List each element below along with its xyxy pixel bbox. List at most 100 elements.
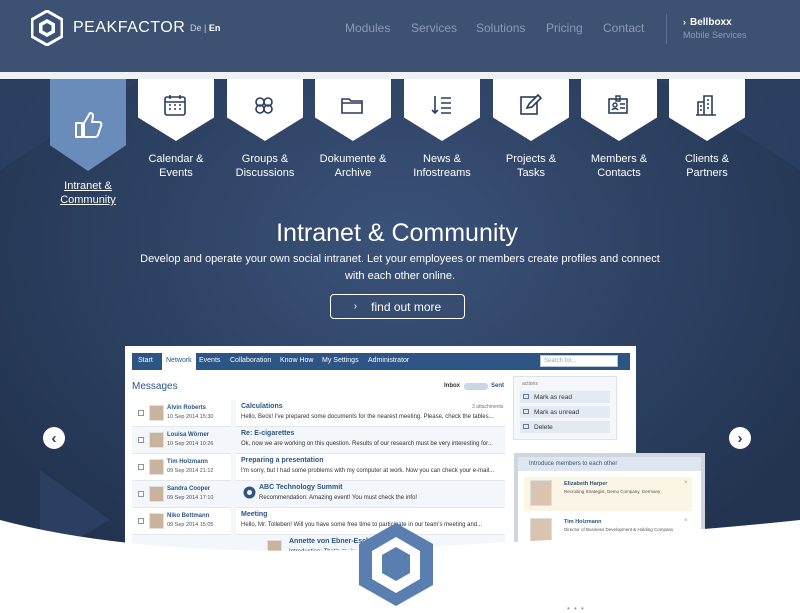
partner-subtitle: Mobile Services [683,30,747,40]
message-preview: Recommendation: Amazing event! You must … [259,495,418,501]
message-preview: I'm sorry, but I had some problems with … [241,468,495,474]
delete-button[interactable]: Delete [520,421,610,433]
avatar [149,513,164,529]
nav-modules[interactable]: Modules [345,21,390,35]
row-divider [231,400,236,427]
tile-label-clients-partners[interactable]: Clients & Partners [662,152,752,180]
inbox-label[interactable]: Inbox [444,383,460,389]
app-nav-administrator[interactable]: Administrator [368,357,409,364]
message-checkbox[interactable] [138,410,144,416]
message-date: 10 Sep 2014 10:26 [167,441,214,447]
carousel-prev-button[interactable]: ‹ [43,427,65,449]
message-row[interactable]: Alvin Roberts 10 Sep 2014 15:30 Calculat… [132,400,505,427]
avatar [267,540,282,556]
newsfeed-icon [431,96,451,115]
row-divider [231,481,236,508]
hexagon-logo-icon [31,10,63,46]
header-divider [666,14,667,44]
hero-description: Develop and operate your own social intr… [140,253,660,282]
message-preview: Hello, Beck! I've prepared some document… [241,414,494,420]
hero-title: Intranet & Community [276,219,518,247]
message-date: 09 Sep 2014 15:05 [167,522,214,528]
envelope-open-icon [523,394,529,399]
carousel-next-button[interactable]: › [729,427,751,449]
message-row[interactable]: Sandra Cooper 09 Sep 2014 17:10 ABC Tech… [132,481,505,508]
chevron-right-icon: › [737,429,743,447]
message-row[interactable]: Louisa Wörner 10 Sep 2014 10:26 Re: E-ci… [132,427,505,454]
message-date: 10 Sep 2014 15:30 [167,414,214,420]
close-icon[interactable]: × [684,480,688,486]
messages-title: Messages [132,381,178,392]
close-icon[interactable]: × [684,518,688,524]
tile-label-projects-tasks[interactable]: Projects & Tasks [486,152,576,180]
nav-contact[interactable]: Contact [603,21,644,35]
partner-link[interactable]: › Bellboxx [683,17,732,28]
app-nav-network[interactable]: Network [162,353,196,370]
tile-label-news-infostreams[interactable]: News & Infostreams [397,152,487,180]
message-checkbox[interactable] [138,464,144,470]
message-checkbox[interactable] [138,545,144,551]
edit-icon [520,93,542,115]
buildings-icon [696,95,716,116]
message-subject: Re: E-cigarettes [241,430,295,437]
avatar [149,405,164,421]
hexagon-badge-icon[interactable] [356,521,436,607]
inbox-sent-toggle[interactable] [464,383,488,390]
brand-logo[interactable]: PEAKFACTOR [31,10,185,46]
event-icon [243,486,256,499]
lang-en[interactable]: En [209,23,221,33]
mark-as-read-button[interactable]: Mark as read [520,391,610,403]
message-checkbox[interactable] [138,437,144,443]
chevron-left-icon: ‹ [51,429,57,447]
intro-card[interactable]: Tim Holzmann Director of Business Develo… [524,515,692,549]
find-out-more-button[interactable]: › find out more [330,294,465,319]
message-subject: Calculations [241,403,283,410]
app-nav-events[interactable]: Events [199,357,220,364]
chevron-right-icon: › [683,17,686,27]
pager-dots[interactable]: • • • [567,604,585,613]
avatar [149,459,164,475]
message-checkbox[interactable] [138,491,144,497]
sender-name: Sandra Cooper [167,486,211,492]
page: PEAKFACTOR De | En Modules Services Solu… [0,0,800,613]
nav-services[interactable]: Services [411,21,457,35]
envelope-icon [523,409,529,414]
lang-separator: | [204,23,207,33]
app-search-input[interactable]: Search for... [540,355,618,367]
message-row[interactable]: Niko Bettmann 09 Sep 2014 15:05 Meeting … [132,508,505,535]
app-nav-my-settings[interactable]: My Settings [322,357,359,364]
intro-role: Recruiting Strategist, Demo Company, Ger… [564,489,661,494]
lang-de[interactable]: De [190,23,202,33]
message-row[interactable]: Tim Holzmann 09 Sep 2014 21:12 Preparing… [132,454,505,481]
tile-label-calendar-events[interactable]: Calendar & Events [131,152,221,180]
tile-label-groups-discussions[interactable]: Groups & Discussions [220,152,310,180]
language-switcher: De | En [190,23,220,33]
intro-role: Director of Business Development & Holdi… [564,527,674,532]
attachments-count: 3 attachments [472,404,504,410]
trash-icon [523,424,529,429]
id-card-icon [608,95,628,114]
tile-label-members-contacts[interactable]: Members & Contacts [574,152,664,180]
app-nav-know-how[interactable]: Know How [280,357,313,364]
chevron-right-icon: › [353,301,358,312]
app-nav-start[interactable]: Start [138,357,153,364]
sender-name: Alvin Roberts [167,405,207,411]
tile-label-intranet-community[interactable]: Intranet & Community [43,179,133,207]
thumbs-up-icon [75,112,103,138]
folder-icon [341,98,363,114]
sent-label[interactable]: Sent [491,383,504,389]
sender-name: Tim Holzmann [167,459,208,465]
app-nav-collaboration[interactable]: Collaboration [230,357,271,364]
top-header: PEAKFACTOR De | En Modules Services Solu… [0,0,800,72]
avatar [149,432,164,448]
nav-solutions[interactable]: Solutions [476,21,525,35]
message-subject: ABC Technology Summit [259,484,343,491]
nav-pricing[interactable]: Pricing [546,21,583,35]
mark-as-unread-button[interactable]: Mark as unread [520,406,610,418]
message-row[interactable]: Annette von Ebner-Eschenbruck Introducti… [132,535,505,556]
intro-name: Tim Holzmann [564,519,602,525]
intro-card[interactable]: Elizabeth Harper Recruiting Strategist, … [524,477,692,511]
introduce-members-panel: Introduce members to each other Elizabet… [514,453,705,553]
tile-label-documents-archive[interactable]: Dokumente & Archive [308,152,398,180]
message-checkbox[interactable] [138,518,144,524]
